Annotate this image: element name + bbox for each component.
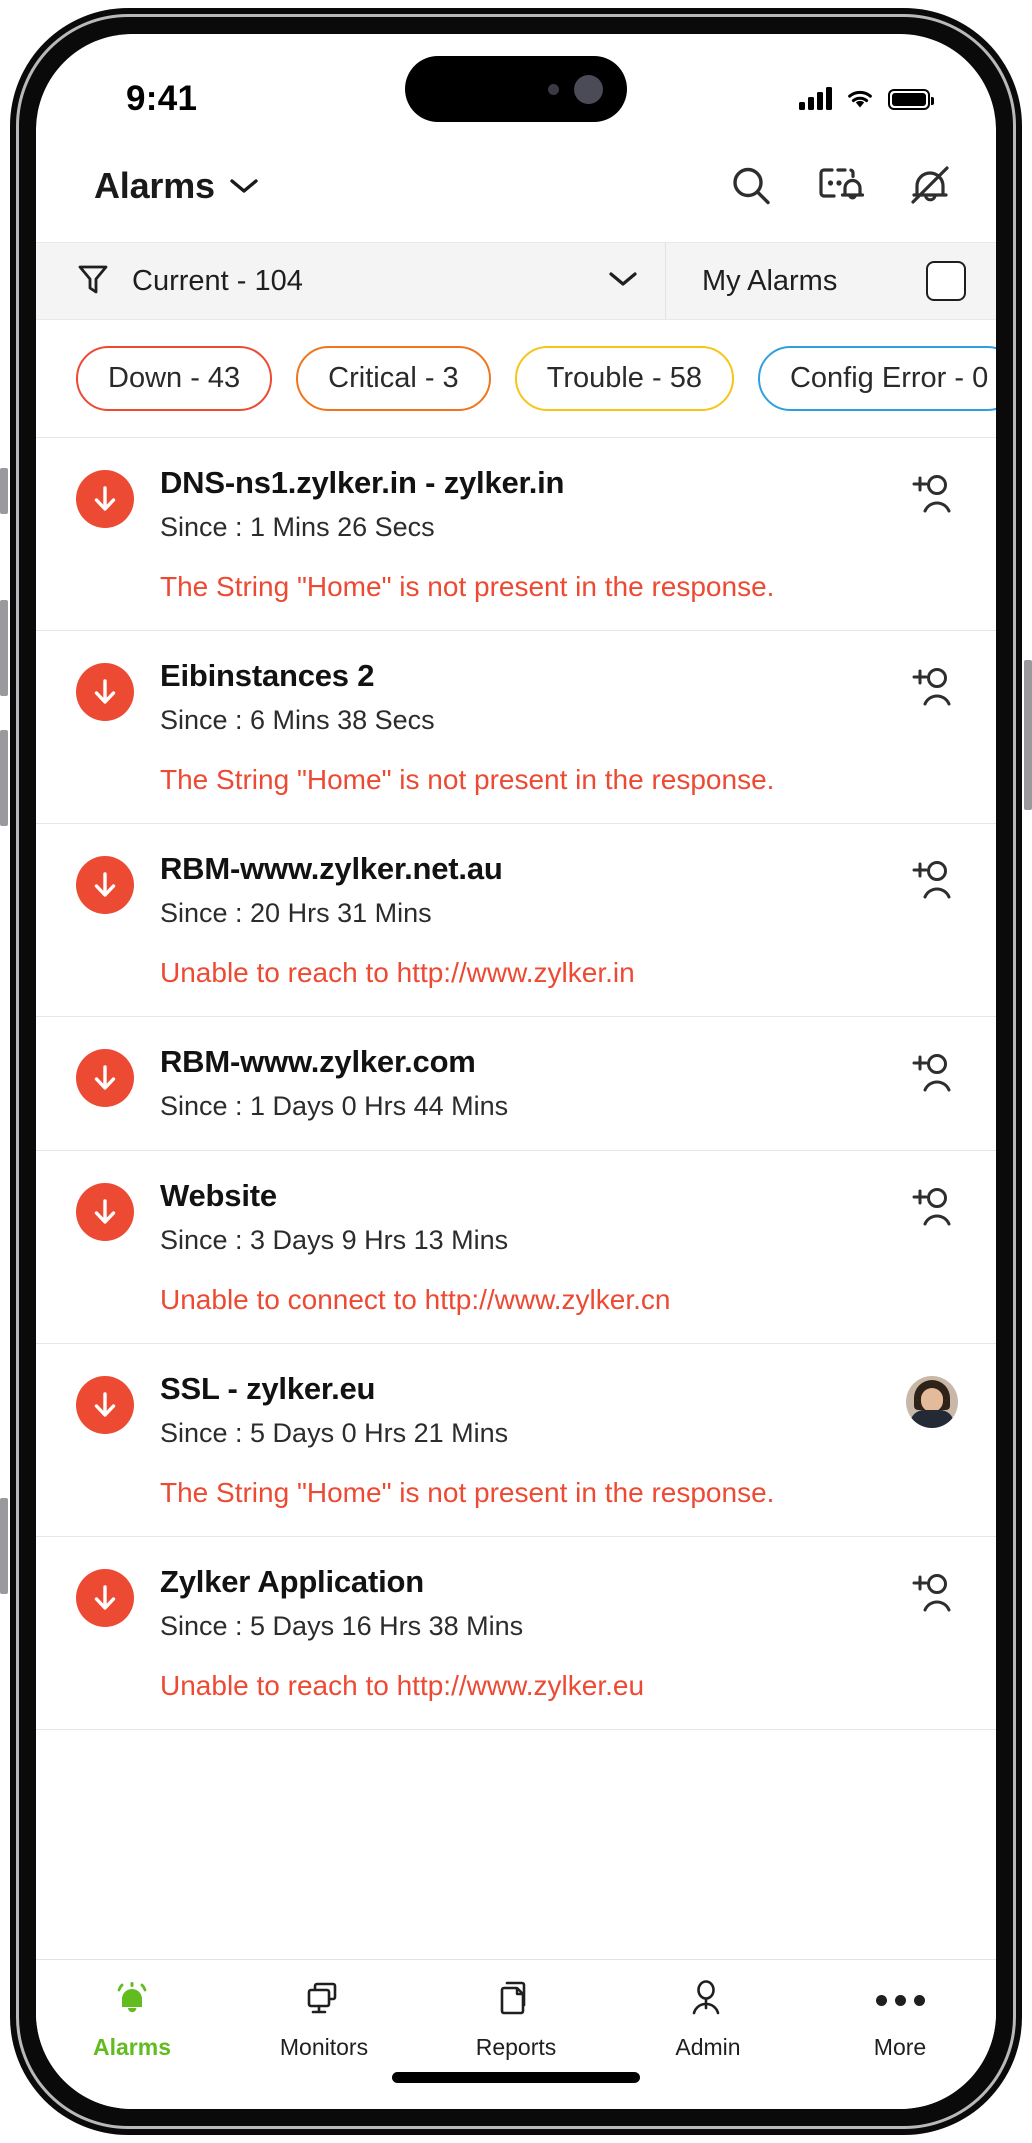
- assign-user-icon[interactable]: [906, 1049, 958, 1097]
- home-indicator[interactable]: [392, 2072, 640, 2083]
- chip-trouble[interactable]: Trouble - 58: [514, 346, 734, 411]
- screenshot-stage: 9:41 Alarms Current - 104 My Alarms Down…: [0, 0, 1032, 2143]
- table-row[interactable]: RBM-www.zylker.com Since : 1 Days 0 Hrs …: [36, 1017, 996, 1151]
- tab-label: Admin: [675, 2034, 741, 2060]
- table-row[interactable]: RBM-www.zylker.net.au Since : 20 Hrs 31 …: [36, 824, 996, 1017]
- hardware-button-mute[interactable]: [0, 468, 8, 514]
- tab-label: Alarms: [93, 2034, 171, 2060]
- alarm-since: Since : 20 Hrs 31 Mins: [160, 898, 432, 929]
- alarm-title: DNS-ns1.zylker.in - zylker.in: [160, 465, 565, 500]
- down-arrow-icon: [76, 1182, 134, 1241]
- bell-ringing-icon: [110, 1978, 154, 2022]
- phone-screen: 9:41 Alarms Current - 104 My Alarms Down…: [36, 34, 996, 2109]
- alarm-message: The String "Home" is not present in the …: [160, 570, 775, 602]
- search-icon[interactable]: [728, 163, 774, 209]
- phone-frame: 9:41 Alarms Current - 104 My Alarms Down…: [10, 8, 1022, 2135]
- chip-config-error[interactable]: Config Error - 0: [757, 346, 996, 411]
- wifi-icon: [848, 90, 872, 108]
- tab-alarms[interactable]: Alarms: [36, 1978, 228, 2061]
- alarm-filter-dropdown[interactable]: Current - 104: [36, 243, 666, 319]
- table-row[interactable]: Eibinstances 2 Since : 6 Mins 38 Secs Th…: [36, 631, 996, 824]
- table-row[interactable]: Website Since : 3 Days 9 Hrs 13 Mins Una…: [36, 1151, 996, 1344]
- app-header-actions: [728, 163, 954, 209]
- my-alarms-checkbox[interactable]: [926, 261, 966, 301]
- alarm-message: Unable to connect to http://www.zylker.c…: [160, 1283, 671, 1315]
- severity-chip-row[interactable]: Down - 43 Critical - 3 Trouble - 58 Conf…: [36, 320, 996, 437]
- front-camera-icon: [574, 75, 603, 104]
- front-sensor-icon: [548, 84, 559, 95]
- alarm-title: Zylker Application: [160, 1563, 424, 1599]
- down-arrow-icon: [76, 470, 134, 528]
- chip-critical[interactable]: Critical - 3: [296, 346, 491, 411]
- status-bar-clock: 9:41: [126, 79, 198, 118]
- document-pages-icon: [494, 1978, 538, 2022]
- alarm-message: Unable to reach to http://www.zylker.in: [160, 956, 635, 988]
- hardware-button-extra[interactable]: [0, 1498, 8, 1594]
- phone-bezel: 9:41 Alarms Current - 104 My Alarms Down…: [16, 14, 1016, 2129]
- down-arrow-icon: [76, 1048, 134, 1107]
- avatar[interactable]: [906, 1375, 958, 1428]
- person-icon: [686, 1978, 730, 2022]
- status-bar-indicators: [799, 87, 938, 110]
- hardware-button-power[interactable]: [1024, 660, 1032, 810]
- app-header: Alarms: [36, 146, 996, 242]
- chip-down[interactable]: Down - 43: [76, 346, 273, 411]
- table-row[interactable]: Zylker Application Since : 5 Days 16 Hrs…: [36, 1537, 996, 1730]
- funnel-icon: [76, 261, 110, 302]
- alarm-message: The String "Home" is not present in the …: [160, 1476, 775, 1508]
- my-alarms-label: My Alarms: [702, 264, 838, 297]
- assign-user-icon[interactable]: [906, 663, 958, 711]
- alarm-message: Unable to reach to http://www.zylker.eu: [160, 1669, 645, 1701]
- monitor-icon: [302, 1978, 346, 2022]
- table-row[interactable]: SSL - zylker.eu Since : 5 Days 0 Hrs 21 …: [36, 1344, 996, 1537]
- alarm-list: DNS-ns1.zylker.in - zylker.in Since : 1 …: [36, 437, 996, 1730]
- alarm-title: SSL - zylker.eu: [160, 1370, 376, 1406]
- tab-label: Monitors: [279, 2034, 369, 2060]
- assign-user-icon[interactable]: [906, 470, 958, 518]
- down-arrow-icon: [76, 1375, 134, 1434]
- page-title: Alarms: [94, 165, 215, 206]
- my-alarms-filter[interactable]: My Alarms: [666, 243, 996, 319]
- alarm-since: Since : 1 Mins 26 Secs: [160, 512, 435, 543]
- filter-selected-value: Current - 104: [132, 264, 303, 297]
- dynamic-island: [405, 56, 627, 122]
- alarm-message: The String "Home" is not present in the …: [160, 763, 775, 795]
- bottom-navigation: Alarms Monitors Reports Admin More: [36, 1959, 996, 2109]
- tab-more[interactable]: More: [804, 1978, 996, 2061]
- bell-off-icon[interactable]: [906, 163, 954, 209]
- down-arrow-icon: [76, 855, 134, 914]
- table-row[interactable]: DNS-ns1.zylker.in - zylker.in Since : 1 …: [36, 438, 996, 631]
- tab-reports[interactable]: Reports: [420, 1978, 612, 2061]
- ellipsis-icon: [875, 1978, 925, 2022]
- assign-user-icon[interactable]: [906, 1183, 958, 1231]
- assign-user-icon[interactable]: [906, 856, 958, 904]
- tab-monitors[interactable]: Monitors: [228, 1978, 420, 2061]
- alarm-title: Eibinstances 2: [160, 657, 375, 693]
- hardware-button-volume-down[interactable]: [0, 730, 8, 826]
- chevron-down-icon: [607, 269, 639, 294]
- status-bar: 9:41: [36, 34, 996, 146]
- alarm-since: Since : 6 Mins 38 Secs: [160, 705, 435, 736]
- alarm-since: Since : 1 Days 0 Hrs 44 Mins: [160, 1091, 509, 1121]
- tab-admin[interactable]: Admin: [612, 1978, 804, 2061]
- alarm-title: RBM-www.zylker.net.au: [160, 850, 503, 886]
- battery-full-icon: [888, 88, 934, 110]
- hardware-button-volume-up[interactable]: [0, 600, 8, 696]
- alarm-since: Since : 5 Days 16 Hrs 38 Mins: [160, 1610, 524, 1641]
- tab-label: Reports: [475, 2034, 557, 2060]
- assign-user-icon[interactable]: [906, 1569, 958, 1617]
- server-alert-icon[interactable]: [814, 163, 866, 209]
- alarm-since: Since : 3 Days 9 Hrs 13 Mins: [160, 1224, 509, 1255]
- filter-bar: Current - 104 My Alarms: [36, 242, 996, 320]
- alarm-since: Since : 5 Days 0 Hrs 21 Mins: [160, 1417, 509, 1448]
- alarm-title: RBM-www.zylker.com: [160, 1043, 476, 1079]
- chevron-down-icon[interactable]: [229, 177, 259, 195]
- cellular-signal-icon: [799, 87, 832, 110]
- down-arrow-icon: [76, 662, 134, 721]
- alarm-title: Website: [160, 1177, 277, 1213]
- down-arrow-icon: [76, 1568, 134, 1627]
- assigned-user-avatar: [906, 1375, 958, 1428]
- tab-label: More: [873, 2034, 927, 2060]
